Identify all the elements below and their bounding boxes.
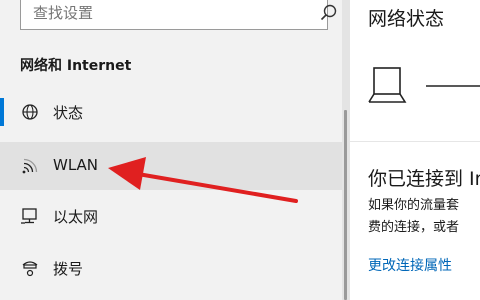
search-box[interactable] <box>20 0 337 30</box>
content-divider <box>350 141 480 142</box>
active-indicator <box>0 98 4 126</box>
section-title: 网络和 Internet <box>20 58 132 74</box>
connection-description-line: 费的连接，或者 <box>368 220 460 235</box>
sidebar: 网络和 Internet 状态 WLAN <box>0 0 342 300</box>
search-icon[interactable] <box>319 3 339 23</box>
wifi-icon <box>20 156 40 176</box>
sidebar-item-label: WLAN <box>53 156 99 174</box>
sidebar-item-status[interactable]: 状态 <box>0 88 342 136</box>
globe-icon <box>20 102 40 122</box>
change-connection-properties-link[interactable]: 更改连接属性 <box>368 255 452 275</box>
search-input[interactable] <box>33 1 283 25</box>
sidebar-item-ethernet[interactable]: 以太网 <box>0 192 342 240</box>
laptop-icon <box>368 66 480 106</box>
dialup-icon <box>20 258 40 278</box>
sidebar-item-label: 以太网 <box>53 208 99 226</box>
sidebar-scrollbar[interactable] <box>342 0 350 300</box>
ethernet-icon <box>20 206 40 226</box>
sidebar-item-dialup[interactable]: 拨号 <box>0 244 342 292</box>
connection-description-line: 如果你的流量套 <box>368 198 460 213</box>
sidebar-item-label: 拨号 <box>53 260 84 278</box>
connection-status-heading: 你已连接到 In <box>368 168 480 190</box>
sidebar-item-label: 状态 <box>53 104 84 122</box>
page-title: 网络状态 <box>368 8 445 30</box>
scrollbar-thumb[interactable] <box>344 110 347 300</box>
sidebar-item-wlan[interactable]: WLAN <box>0 142 342 190</box>
